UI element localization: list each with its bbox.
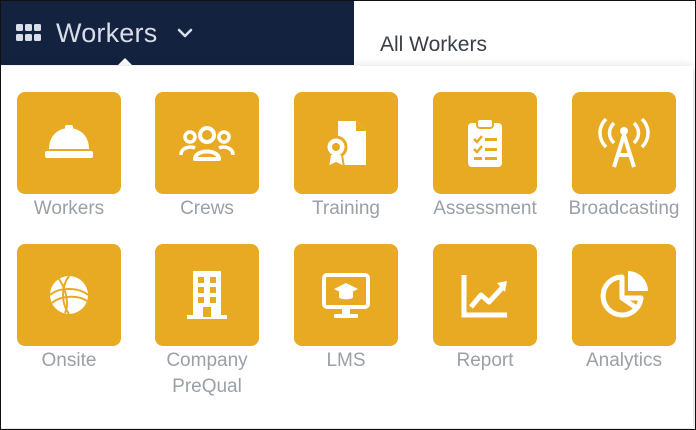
certificate-document-icon — [324, 121, 366, 169]
pie-chart-icon — [600, 271, 648, 318]
app-tile-analytics[interactable] — [572, 244, 676, 346]
app-label-analytics: Analytics — [585, 350, 663, 371]
app-label-broadcasting: Broadcasting — [568, 198, 680, 219]
app-tile-assessment[interactable] — [433, 92, 537, 194]
app-tile-workers[interactable] — [17, 92, 121, 194]
building-icon — [187, 271, 227, 319]
app-tile-crews[interactable] — [155, 92, 259, 194]
clipboard-checklist-icon — [468, 118, 502, 167]
crew-people-icon — [179, 126, 235, 161]
app-label-report: Report — [456, 350, 514, 371]
hard-hat-icon — [45, 125, 93, 158]
app-label-assessment: Assessment — [433, 198, 537, 219]
app-tile-onsite[interactable] — [17, 244, 121, 346]
app-label-training: Training — [312, 198, 380, 219]
app-tile-training[interactable] — [294, 92, 398, 194]
app-grid-icon[interactable] — [16, 24, 42, 42]
app-tile-lms[interactable] — [294, 244, 398, 346]
app-launcher-panel: Workers Crews Training Assessment Broadc… — [1, 66, 693, 428]
app-label-onsite: Onsite — [41, 350, 97, 371]
tab-all-workers[interactable]: All Workers — [380, 33, 487, 57]
app-tile-broadcasting[interactable] — [572, 92, 676, 194]
app-switcher-button[interactable]: Workers — [56, 16, 157, 50]
chevron-down-icon[interactable] — [176, 24, 194, 42]
line-chart-icon — [461, 275, 507, 318]
dropdown-caret — [117, 58, 133, 66]
onsite-globe-icon — [49, 275, 89, 315]
app-tile-company-prequal[interactable] — [155, 244, 259, 346]
app-label-lms: LMS — [326, 350, 366, 371]
app-label-workers: Workers — [33, 198, 105, 219]
monitor-graduation-cap-icon — [322, 273, 370, 318]
app-tile-report[interactable] — [433, 244, 537, 346]
app-label-company-prequal: Company PreQual — [166, 350, 248, 397]
antenna-broadcast-icon — [598, 117, 650, 168]
app-label-crews: Crews — [180, 198, 234, 219]
